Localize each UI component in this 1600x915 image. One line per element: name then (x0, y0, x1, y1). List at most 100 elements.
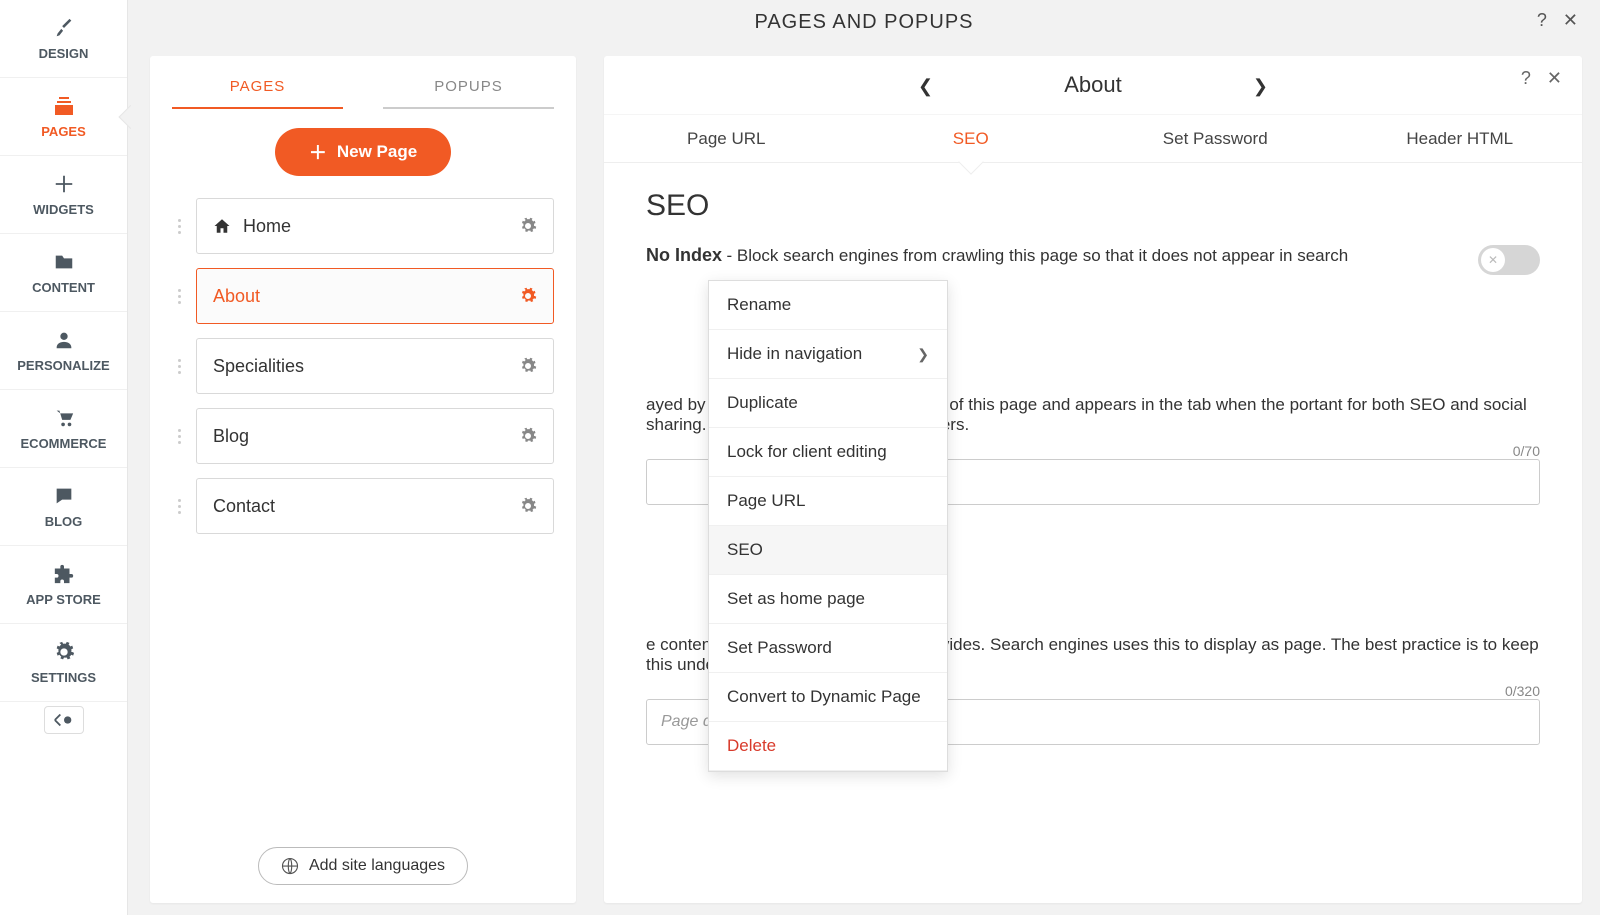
gear-icon[interactable] (519, 427, 537, 445)
ctx-item-label: Delete (727, 736, 776, 756)
ctx-item-label: Convert to Dynamic Page (727, 687, 921, 707)
drag-handle[interactable] (172, 359, 186, 374)
detail-tab-page-url[interactable]: Page URL (604, 129, 849, 149)
noindex-desc: Block search engines from crawling this … (737, 246, 1348, 265)
rail-label: WIDGETS (33, 202, 94, 217)
detail-tab-seo[interactable]: SEO (849, 129, 1094, 149)
help-icon[interactable]: ? (1537, 10, 1547, 31)
rail-item-design[interactable]: DESIGN (0, 0, 127, 78)
detail-tabs: Page URLSEOSet PasswordHeader HTML (604, 114, 1582, 162)
person-icon (52, 328, 76, 352)
home-icon (213, 217, 231, 235)
pages-panel: PAGES POPUPS ＋ New Page Home About Special… (150, 56, 576, 903)
new-page-label: New Page (337, 142, 417, 162)
rail-item-pages[interactable]: PAGES (0, 78, 127, 156)
page-name: Home (243, 216, 291, 237)
plus-icon: ＋ (309, 139, 327, 165)
drag-handle[interactable] (172, 219, 186, 234)
ctx-item-label: Lock for client editing (727, 442, 887, 462)
rail-item-appstore[interactable]: APP STORE (0, 546, 127, 624)
globe-icon (281, 857, 299, 875)
cart-icon (52, 406, 76, 430)
rail-item-blog[interactable]: BLOG (0, 468, 127, 546)
add-languages-button[interactable]: Add site languages (258, 847, 468, 885)
ctx-item-label: Set as home page (727, 589, 865, 609)
toggle-knob: ✕ (1481, 248, 1505, 272)
ctx-item-seo[interactable]: SEO (709, 526, 947, 575)
ctx-item-page-url[interactable]: Page URL (709, 477, 947, 526)
ctx-item-label: Rename (727, 295, 791, 315)
gear-icon[interactable] (519, 217, 537, 235)
rail-label: BLOG (45, 514, 83, 529)
page-item-about[interactable]: About (196, 268, 554, 324)
noindex-field: No Index - Block search engines from cra… (646, 245, 1540, 275)
prev-page-arrow[interactable]: ❮ (914, 72, 937, 101)
ctx-item-label: Hide in navigation (727, 344, 862, 364)
rail-label: SETTINGS (31, 670, 96, 685)
ctx-item-set-as-home-page[interactable]: Set as home page (709, 575, 947, 624)
detail-tab-set-password[interactable]: Set Password (1093, 129, 1338, 149)
tab-pages[interactable]: PAGES (172, 70, 343, 109)
page-list: Home About Specialities Blog Contact (172, 198, 554, 534)
page-row: Blog (172, 408, 554, 464)
page-item-home[interactable]: Home (196, 198, 554, 254)
rail-item-content[interactable]: CONTENT (0, 234, 127, 312)
rail-label: CONTENT (32, 280, 95, 295)
rail-label: PAGES (41, 124, 86, 139)
ctx-item-label: SEO (727, 540, 763, 560)
puzzle-icon (52, 562, 76, 586)
drag-handle[interactable] (172, 499, 186, 514)
noindex-toggle[interactable]: ✕ (1478, 245, 1540, 275)
brush-icon (52, 16, 76, 40)
page-name: Contact (213, 496, 275, 517)
page-item-contact[interactable]: Contact (196, 478, 554, 534)
chat-icon (52, 484, 76, 508)
page-name: Blog (213, 426, 249, 447)
ctx-item-lock-for-client-editing[interactable]: Lock for client editing (709, 428, 947, 477)
dev-mode-toggle[interactable] (44, 706, 84, 734)
new-page-button[interactable]: ＋ New Page (275, 128, 451, 176)
gear-icon[interactable] (519, 357, 537, 375)
rail-item-ecommerce[interactable]: ECOMMERCE (0, 390, 127, 468)
page-name: About (213, 286, 260, 307)
page-item-blog[interactable]: Blog (196, 408, 554, 464)
next-page-arrow[interactable]: ❯ (1249, 72, 1272, 101)
ctx-item-label: Duplicate (727, 393, 798, 413)
ctx-item-label: Page URL (727, 491, 805, 511)
ctx-item-set-password[interactable]: Set Password (709, 624, 947, 673)
ctx-item-label: Set Password (727, 638, 832, 658)
main-header: PAGES AND POPUPS ? ✕ (128, 0, 1600, 44)
plus-icon (52, 172, 76, 196)
rail-item-settings[interactable]: SETTINGS (0, 624, 127, 702)
detail-tab-header-html[interactable]: Header HTML (1338, 129, 1583, 149)
add-languages-label: Add site languages (309, 857, 445, 875)
page-title: PAGES AND POPUPS (754, 11, 973, 34)
page-row: Contact (172, 478, 554, 534)
rail-item-widgets[interactable]: WIDGETS (0, 156, 127, 234)
pages-icon (52, 94, 76, 118)
rail-label: DESIGN (39, 46, 89, 61)
ctx-item-duplicate[interactable]: Duplicate (709, 379, 947, 428)
gear-icon[interactable] (519, 287, 537, 305)
tab-popups[interactable]: POPUPS (383, 70, 554, 109)
page-name: Specialities (213, 356, 304, 377)
rail-label: PERSONALIZE (17, 358, 109, 373)
rail-label: ECOMMERCE (21, 436, 107, 451)
chevron-right-icon: ❯ (917, 346, 929, 363)
left-rail: DESIGN PAGES WIDGETS CONTENT PERSONALIZE… (0, 0, 128, 915)
rail-item-personalize[interactable]: PERSONALIZE (0, 312, 127, 390)
ctx-item-delete[interactable]: Delete (709, 722, 947, 771)
ctx-item-convert-to-dynamic-page[interactable]: Convert to Dynamic Page (709, 673, 947, 722)
gear-icon (52, 640, 76, 664)
page-item-specialities[interactable]: Specialities (196, 338, 554, 394)
noindex-label: No Index (646, 245, 722, 265)
detail-page-name: About (1064, 72, 1122, 98)
close-icon[interactable]: ✕ (1563, 10, 1578, 31)
drag-handle[interactable] (172, 289, 186, 304)
ctx-item-rename[interactable]: Rename (709, 281, 947, 330)
gear-icon[interactable] (519, 497, 537, 515)
rail-label: APP STORE (26, 592, 101, 607)
seo-heading: SEO (646, 189, 1540, 223)
ctx-item-hide-in-navigation[interactable]: Hide in navigation ❯ (709, 330, 947, 379)
drag-handle[interactable] (172, 429, 186, 444)
